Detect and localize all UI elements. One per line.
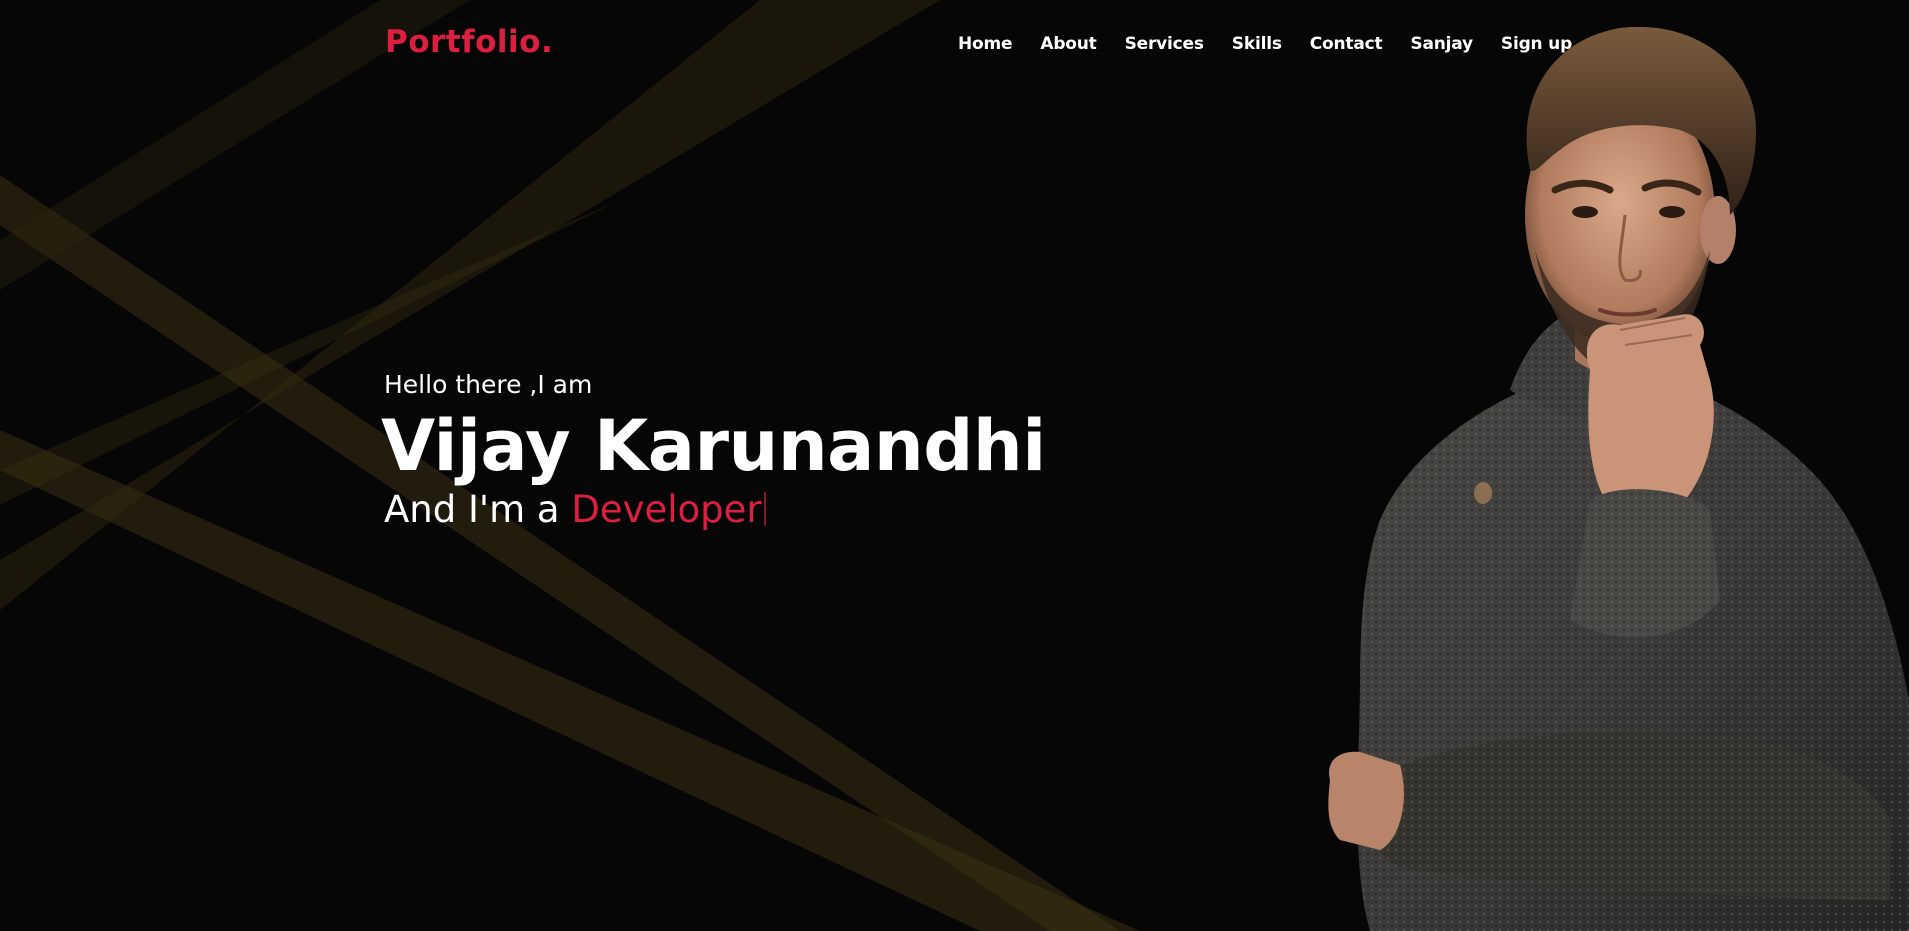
nav-item-home: Home: [958, 34, 1013, 54]
logo-text: Portfolio: [385, 24, 541, 60]
hero-role-prefix: And I'm a: [384, 488, 572, 531]
portfolio-page: Portfolio. Home About Services Skills Co…: [0, 0, 1909, 931]
nav-item-signup: Sign up: [1501, 34, 1572, 54]
portrait-photo: [1328, 26, 1909, 931]
nav-link-services[interactable]: Services: [1125, 34, 1204, 54]
typing-caret: [763, 492, 766, 526]
hero-text-block: Hello there ,I am Vijay Karunandhi And I…: [381, 370, 1046, 528]
nav-link-home[interactable]: Home: [958, 34, 1013, 54]
nav-link-sanjay[interactable]: Sanjay: [1410, 34, 1473, 54]
nav-item-services: Services: [1125, 34, 1204, 54]
nav-item-skills: Skills: [1232, 34, 1282, 54]
hero-role-line: And I'm a Developer: [384, 491, 1046, 528]
hero-greeting: Hello there ,I am: [384, 370, 593, 399]
nav-item-contact: Contact: [1310, 34, 1383, 54]
site-logo[interactable]: Portfolio.: [385, 24, 553, 60]
nav-menu: Home About Services Skills Contact Sanja…: [958, 34, 1572, 54]
nav-link-about[interactable]: About: [1040, 34, 1096, 54]
nav-item-about: About: [1040, 34, 1096, 54]
logo-dot: .: [540, 24, 554, 60]
nav-link-skills[interactable]: Skills: [1232, 34, 1282, 54]
top-navbar: Portfolio. Home About Services Skills Co…: [0, 0, 1909, 92]
nav-item-sanjay: Sanjay: [1410, 34, 1473, 54]
nav-link-contact[interactable]: Contact: [1310, 34, 1383, 54]
hero-name: Vijay Karunandhi: [381, 405, 1046, 487]
hero-role-word: Developer: [571, 488, 762, 531]
nav-link-signup[interactable]: Sign up: [1501, 34, 1572, 54]
